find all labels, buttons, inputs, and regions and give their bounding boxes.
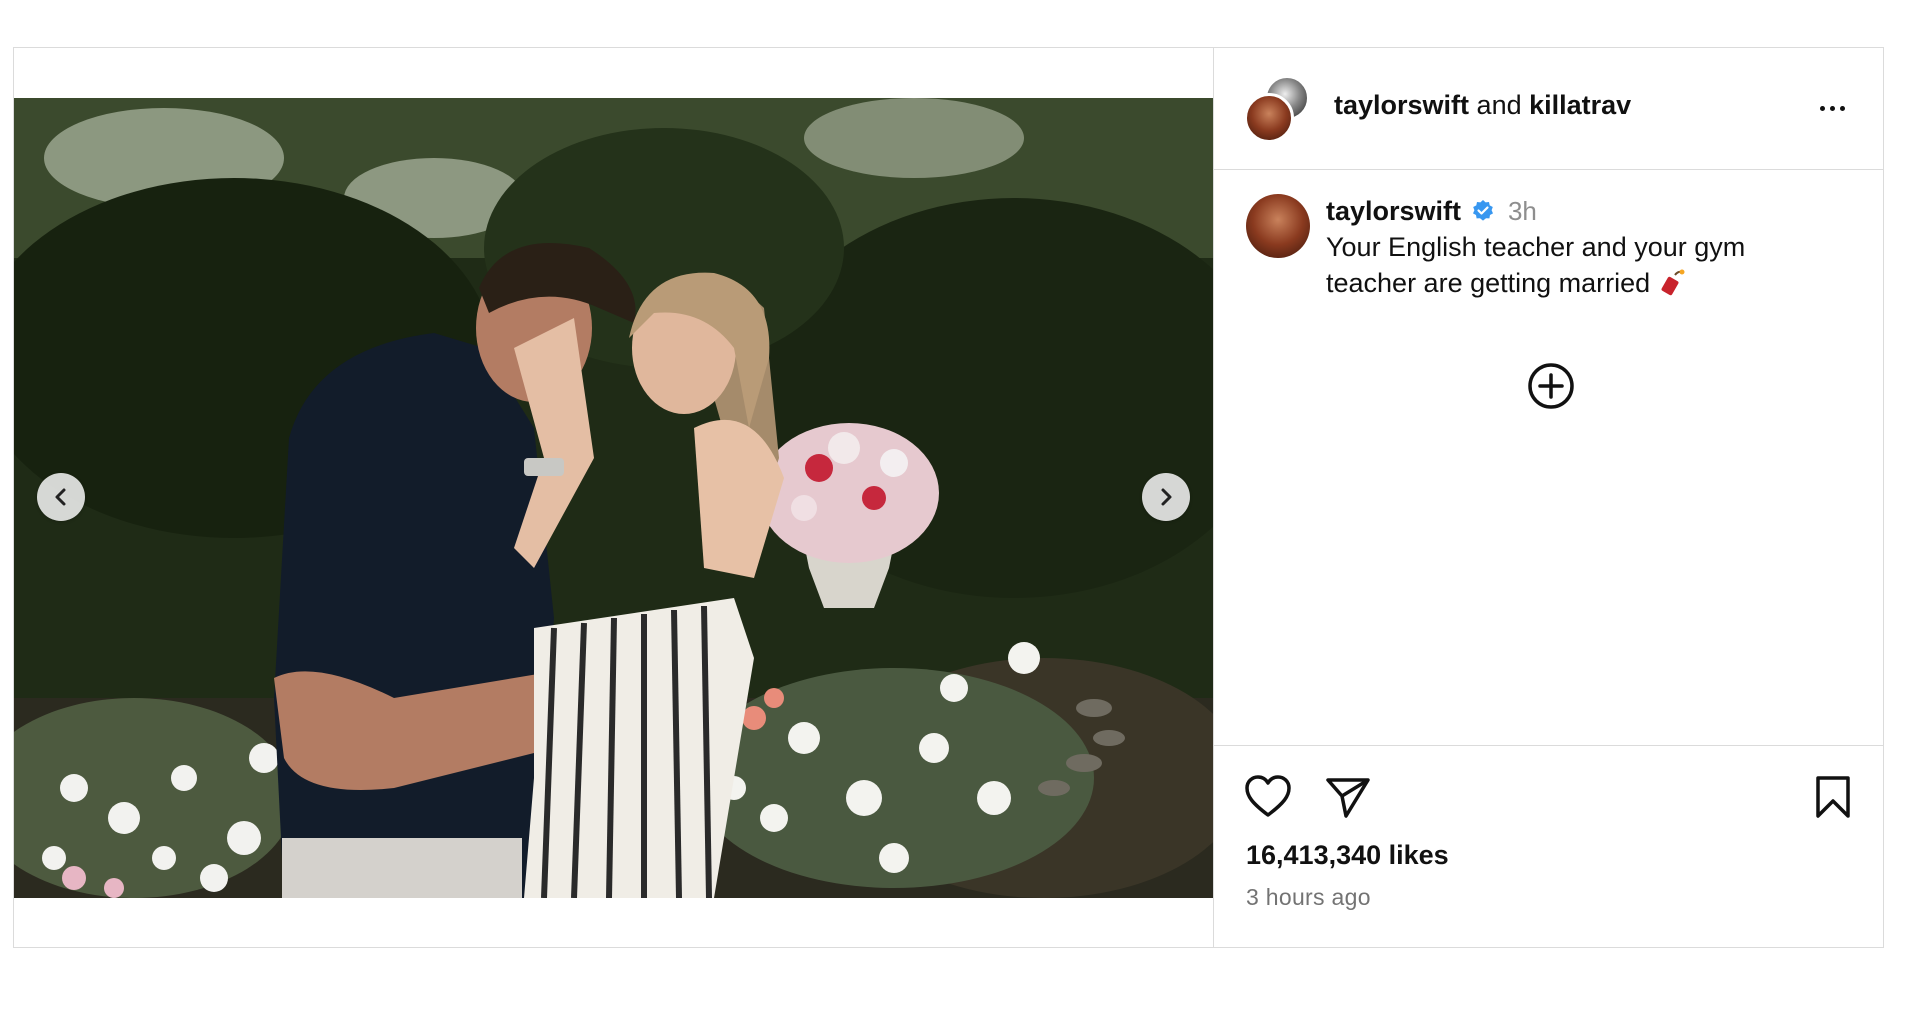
post-timestamp[interactable]: 3 hours ago [1246, 884, 1371, 911]
post-header: taylorswift and killatrav [1214, 48, 1883, 170]
add-comment-button[interactable] [1526, 361, 1576, 411]
avatar-taylorswift[interactable] [1244, 93, 1294, 143]
likes-count[interactable]: 16,413,340 likes [1246, 840, 1449, 871]
caption-line-1: Your English teacher and your gym [1326, 232, 1746, 262]
caption-avatar[interactable] [1246, 194, 1310, 258]
send-icon [1326, 778, 1370, 818]
action-bar [1244, 774, 1854, 820]
post-photo[interactable] [14, 98, 1213, 898]
heart-icon [1245, 775, 1291, 817]
more-dot [1839, 105, 1845, 111]
media-area [14, 48, 1213, 947]
post-footer: 16,413,340 likes 3 hours ago [1214, 745, 1883, 947]
next-slide-button[interactable] [1142, 473, 1190, 521]
more-horizontal-icon [1819, 105, 1825, 111]
more-options-button[interactable] [1812, 98, 1852, 118]
more-dot [1829, 105, 1835, 111]
header-username-2[interactable]: killatrav [1529, 90, 1631, 120]
caption-body: taylorswift 3h Your English teacher and … [1326, 196, 1846, 301]
photo-illustration [14, 98, 1213, 898]
verified-badge-icon [1473, 200, 1494, 221]
header-usernames: taylorswift and killatrav [1334, 90, 1631, 121]
caption-text: Your English teacher and your gym teache… [1326, 229, 1846, 301]
chevron-right-icon [1161, 488, 1172, 506]
like-button[interactable] [1244, 774, 1292, 825]
caption-username[interactable]: taylorswift [1326, 196, 1461, 226]
post-card: taylorswift and killatrav taylorswift 3h [13, 47, 1884, 948]
post-side-panel: taylorswift and killatrav taylorswift 3h [1213, 48, 1883, 947]
dynamite-icon [1661, 269, 1685, 296]
caption-time[interactable]: 3h [1508, 196, 1537, 226]
chevron-left-icon [55, 488, 66, 506]
header-joiner: and [1476, 90, 1522, 120]
bookmark-icon [1816, 776, 1850, 818]
caption-line-2: teacher are getting married [1326, 265, 1846, 301]
collab-avatars[interactable] [1244, 75, 1312, 143]
caption-line-2-text: teacher are getting married [1326, 268, 1651, 298]
header-username-1[interactable]: taylorswift [1334, 90, 1469, 120]
previous-slide-button[interactable] [37, 473, 85, 521]
plus-circle-icon [1528, 363, 1574, 409]
save-button[interactable] [1812, 774, 1854, 825]
share-button[interactable] [1324, 774, 1372, 825]
